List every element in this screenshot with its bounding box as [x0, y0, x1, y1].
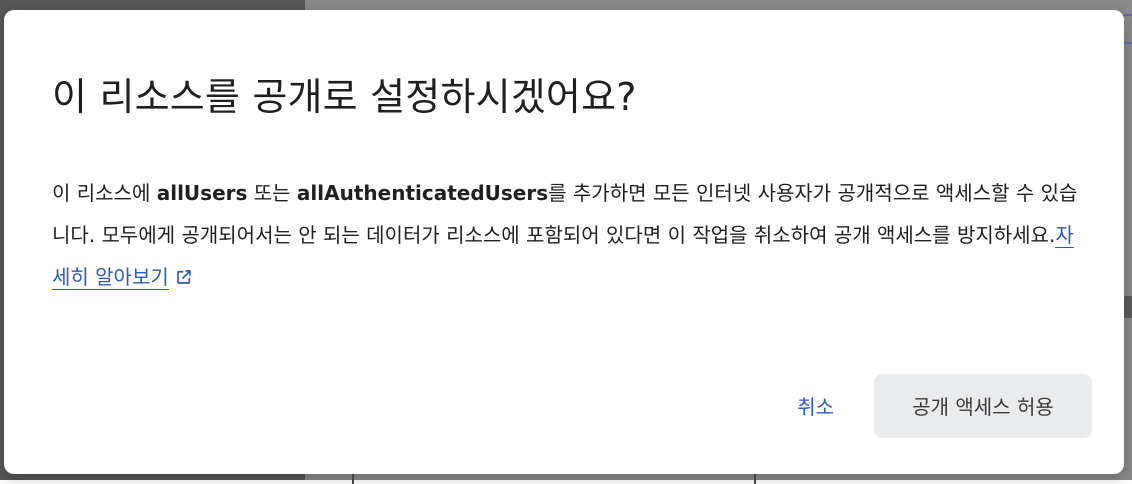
allow-public-access-button[interactable]: 공개 액세스 허용	[874, 373, 1092, 438]
dialog-body: 이 리소스에 allUsers 또는 allAuthenticatedUsers…	[52, 172, 1092, 298]
cancel-button[interactable]: 취소	[775, 373, 856, 438]
dialog-actions: 취소 공개 액세스 허용	[775, 373, 1092, 438]
backdrop-edge-text	[1124, 296, 1132, 318]
body-text: 또는	[247, 181, 297, 205]
all-authenticated-users-term: allAuthenticatedUsers	[296, 181, 549, 205]
external-link-icon[interactable]	[175, 268, 193, 286]
make-public-dialog: 이 리소스를 공개로 설정하시겠어요? 이 리소스에 allUsers 또는 a…	[4, 10, 1124, 474]
all-users-term: allUsers	[156, 181, 248, 205]
dialog-title: 이 리소스를 공개로 설정하시겠어요?	[52, 75, 637, 119]
body-text: 이 리소스에	[52, 181, 157, 205]
